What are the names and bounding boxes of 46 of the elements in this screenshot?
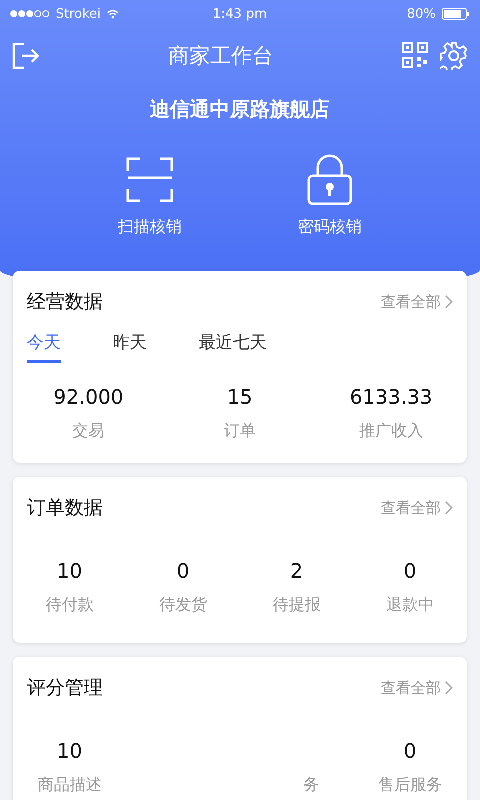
stat-label: 退款中 <box>386 595 434 616</box>
stat-value: 6133.33 <box>350 385 433 409</box>
stat-value: 0 <box>404 739 417 763</box>
store-name: 迪信通中原路旗舰店 <box>149 96 331 123</box>
period-tab[interactable]: 昨天 <box>113 331 147 363</box>
stat-label: 订单 <box>224 421 256 442</box>
stat-label: 售后服务 <box>378 775 442 796</box>
clock-time: 1:43 pm <box>212 6 268 22</box>
logout-icon[interactable] <box>12 43 40 69</box>
stat-label: 交易 <box>72 421 105 442</box>
stat-value: 92.000 <box>54 385 124 409</box>
period-tab[interactable]: 最近七天 <box>199 331 267 363</box>
battery-icon <box>442 8 470 20</box>
lock-icon <box>307 154 353 206</box>
stat-value: 0 <box>176 559 190 583</box>
chevron-right-icon <box>445 681 453 695</box>
qr-code-icon[interactable] <box>402 42 428 68</box>
stat-label: 待提报 <box>272 595 321 616</box>
card-title: 订单数据 <box>27 496 103 521</box>
stat-label: 商品描述 <box>38 775 102 796</box>
wifi-icon <box>107 9 120 19</box>
page-title: 商家工作台 <box>168 43 274 70</box>
signal-icon <box>10 10 50 18</box>
battery-percent: 80% <box>407 6 436 22</box>
settings-icon[interactable] <box>440 42 468 70</box>
period-tab[interactable]: 今天 <box>27 331 61 363</box>
scan-verify-button[interactable]: 扫描核销 <box>100 153 200 238</box>
stat-label: 务 <box>304 775 320 796</box>
stat-label: 待发货 <box>159 595 208 616</box>
card-title: 评分管理 <box>27 676 103 701</box>
stat-value: 2 <box>290 559 304 583</box>
view-all-link[interactable]: 查看全部 <box>381 292 453 312</box>
carrier-name: Strokei <box>56 6 102 22</box>
stat-value: 10 <box>57 739 82 763</box>
view-all-link[interactable]: 查看全部 <box>381 498 453 518</box>
stat-label: 推广收入 <box>359 421 424 442</box>
view-all-link[interactable]: 查看全部 <box>381 678 453 698</box>
stat-label: 待付款 <box>46 595 94 616</box>
password-verify-button[interactable]: 密码核销 <box>280 153 380 238</box>
scan-icon <box>126 157 174 203</box>
stat-value: 0 <box>404 559 417 583</box>
chevron-right-icon <box>445 501 453 515</box>
stat-value: 10 <box>57 559 82 583</box>
card-title: 经营数据 <box>27 290 103 315</box>
chevron-right-icon <box>445 295 453 309</box>
stat-value: 15 <box>227 385 253 409</box>
